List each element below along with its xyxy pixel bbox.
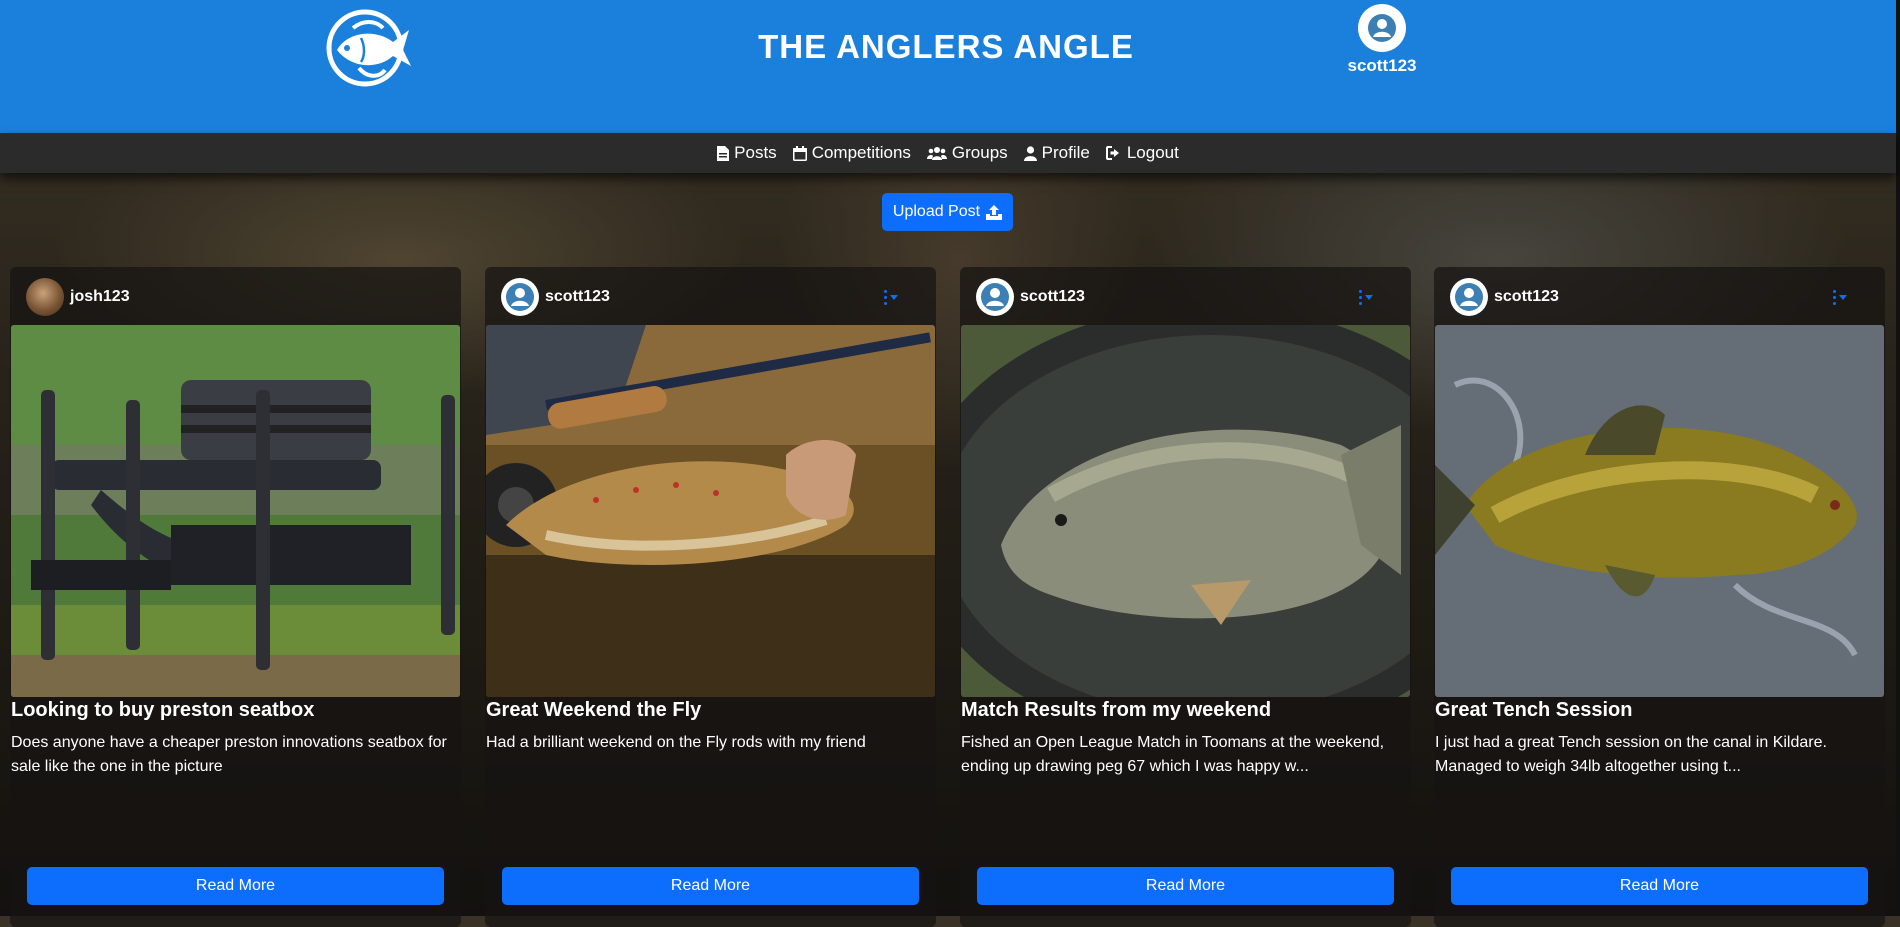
- nav-logout-label: Logout: [1126, 143, 1179, 162]
- post-author[interactable]: scott123: [1020, 288, 1085, 306]
- main-navbar: Posts Competitions Groups Profile Logout: [0, 133, 1896, 173]
- header-username[interactable]: scott123: [1340, 56, 1424, 76]
- caret-down-icon: [890, 294, 898, 300]
- post-header: scott123: [501, 277, 920, 317]
- post-author[interactable]: josh123: [70, 288, 130, 306]
- file-icon: [717, 145, 730, 161]
- read-more-button[interactable]: Read More: [1451, 867, 1868, 905]
- post-title: Great Tench Session: [1435, 699, 1633, 721]
- nav-competitions-label: Competitions: [811, 143, 911, 162]
- user-avatar-icon[interactable]: [1358, 4, 1406, 52]
- nav-posts[interactable]: Posts: [717, 143, 777, 163]
- calendar-icon: [792, 145, 807, 161]
- nav-logout[interactable]: Logout: [1105, 143, 1179, 163]
- caret-down-icon: [1839, 294, 1847, 300]
- post-image[interactable]: [961, 325, 1410, 697]
- post-title: Looking to buy preston seatbox: [11, 699, 315, 721]
- post-options-menu[interactable]: [1359, 289, 1373, 305]
- post-author[interactable]: scott123: [545, 288, 610, 306]
- user-avatar-icon[interactable]: [976, 278, 1014, 316]
- post-card: scott123 Great Weekend the Fly Had a bri…: [485, 267, 936, 927]
- site-title: THE ANGLERS ANGLE: [758, 28, 1134, 65]
- post-title: Match Results from my weekend: [961, 699, 1272, 721]
- post-card: josh123 Looking to buy preston seatbox D…: [10, 267, 461, 927]
- post-options-menu[interactable]: [1833, 289, 1847, 305]
- nav-groups-label: Groups: [951, 143, 1008, 162]
- read-more-button[interactable]: Read More: [27, 867, 444, 905]
- logout-icon: [1105, 146, 1119, 160]
- fish-logo-icon[interactable]: [323, 6, 415, 90]
- post-description: Does anyone have a cheaper preston innov…: [11, 734, 447, 775]
- post-header: josh123: [26, 277, 445, 317]
- users-icon: [926, 147, 947, 160]
- nav-posts-label: Posts: [734, 143, 777, 162]
- post-description: Fished an Open League Match in Toomans a…: [961, 734, 1385, 775]
- kebab-icon: [884, 289, 887, 305]
- user-avatar-icon[interactable]: [1450, 278, 1488, 316]
- kebab-icon: [1833, 289, 1836, 305]
- upload-post-button[interactable]: Upload Post: [882, 193, 1013, 231]
- post-image[interactable]: [11, 325, 460, 697]
- page-edge: [1896, 0, 1900, 916]
- post-header: scott123: [976, 277, 1395, 317]
- site-header: THE ANGLERS ANGLE scott123: [0, 0, 1896, 133]
- user-avatar-icon[interactable]: [501, 278, 539, 316]
- nav-profile[interactable]: Profile: [1023, 143, 1090, 163]
- header-user[interactable]: scott123: [1340, 4, 1424, 76]
- caret-down-icon: [1365, 294, 1373, 300]
- kebab-icon: [1359, 289, 1362, 305]
- read-more-button[interactable]: Read More: [502, 867, 919, 905]
- post-header: scott123: [1450, 277, 1869, 317]
- upload-icon: [986, 204, 1003, 220]
- nav-groups[interactable]: Groups: [926, 143, 1008, 163]
- user-icon: [1023, 145, 1037, 161]
- post-title: Great Weekend the Fly: [486, 699, 702, 721]
- post-description: I just had a great Tench session on the …: [1435, 734, 1827, 775]
- nav-profile-label: Profile: [1041, 143, 1090, 162]
- nav-competitions[interactable]: Competitions: [792, 143, 911, 163]
- post-description: Had a brilliant weekend on the Fly rods …: [486, 734, 866, 751]
- post-author[interactable]: scott123: [1494, 288, 1559, 306]
- post-image[interactable]: [486, 325, 935, 697]
- post-card: scott123 Great Tench Session I just had …: [1434, 267, 1885, 927]
- post-image[interactable]: [1435, 325, 1884, 697]
- post-card: scott123 Match Results from my weekend F…: [960, 267, 1411, 927]
- read-more-button[interactable]: Read More: [977, 867, 1394, 905]
- upload-post-label: Upload Post: [892, 203, 981, 220]
- user-avatar[interactable]: [26, 278, 64, 316]
- post-options-menu[interactable]: [884, 289, 898, 305]
